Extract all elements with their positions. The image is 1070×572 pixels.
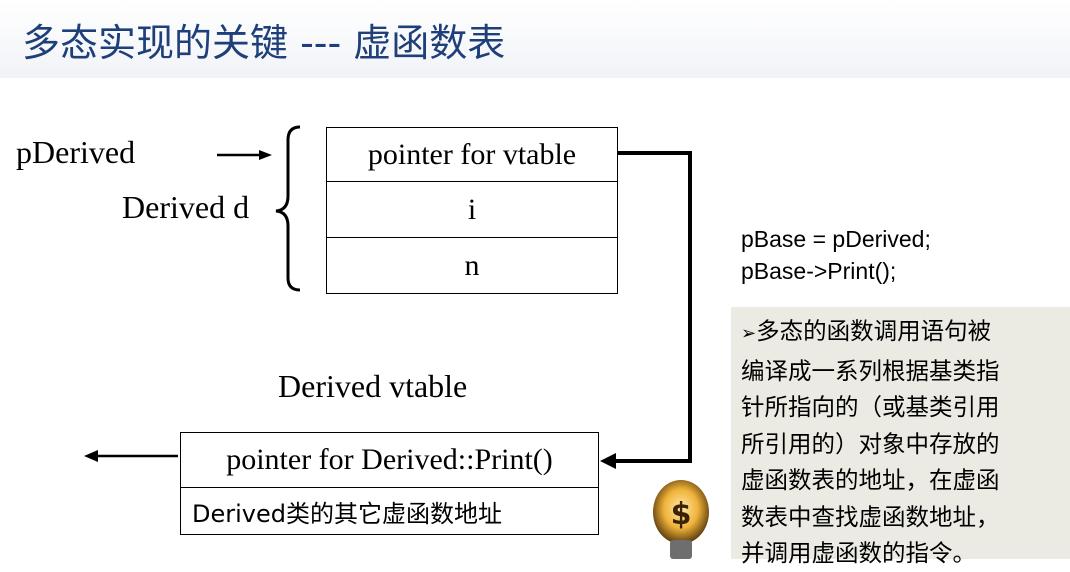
other-virtual-cell: Derived类的其它虚函数地址 xyxy=(180,488,599,535)
vtable-pointer-cell: pointer for vtable xyxy=(326,127,618,182)
code-line-call: pBase->Print(); xyxy=(741,258,897,284)
note-line: 编译成一系列根据基类指 xyxy=(741,356,1000,385)
note-line: 并调用虚函数的指令。 xyxy=(741,539,976,567)
lightbulb-dollar-icon: $ xyxy=(653,480,709,559)
object-brace xyxy=(275,125,301,292)
note-line: 虚函数表的地址，在虚函 xyxy=(741,466,1000,494)
svg-text:$: $ xyxy=(671,497,692,532)
explanation-note: ➢多态的函数调用语句被 编译成一系列根据基类指 针所指向的（或基类引用 所引用的… xyxy=(731,307,1070,567)
note-line: 针所指向的（或基类引用 xyxy=(741,393,1000,421)
vtable-pointer-arrowhead xyxy=(600,453,616,469)
pderived-arrowhead xyxy=(259,150,272,160)
vtable-pointer-line xyxy=(612,151,692,463)
bullet-arrow-icon: ➢ xyxy=(741,323,757,344)
code-line-assign: pBase = pDerived; xyxy=(741,226,931,252)
print-pointer-arrowhead xyxy=(84,450,98,462)
member-i-cell: i xyxy=(326,182,618,238)
note-line: 所引用的）对象中存放的 xyxy=(741,429,1000,458)
print-pointer-cell: pointer for Derived::Print() xyxy=(180,432,599,488)
note-line: ➢多态的函数调用语句被 xyxy=(741,317,992,345)
note-line: 数表中查找虚函数地址， xyxy=(741,502,1000,531)
member-n-cell: n xyxy=(326,238,618,294)
